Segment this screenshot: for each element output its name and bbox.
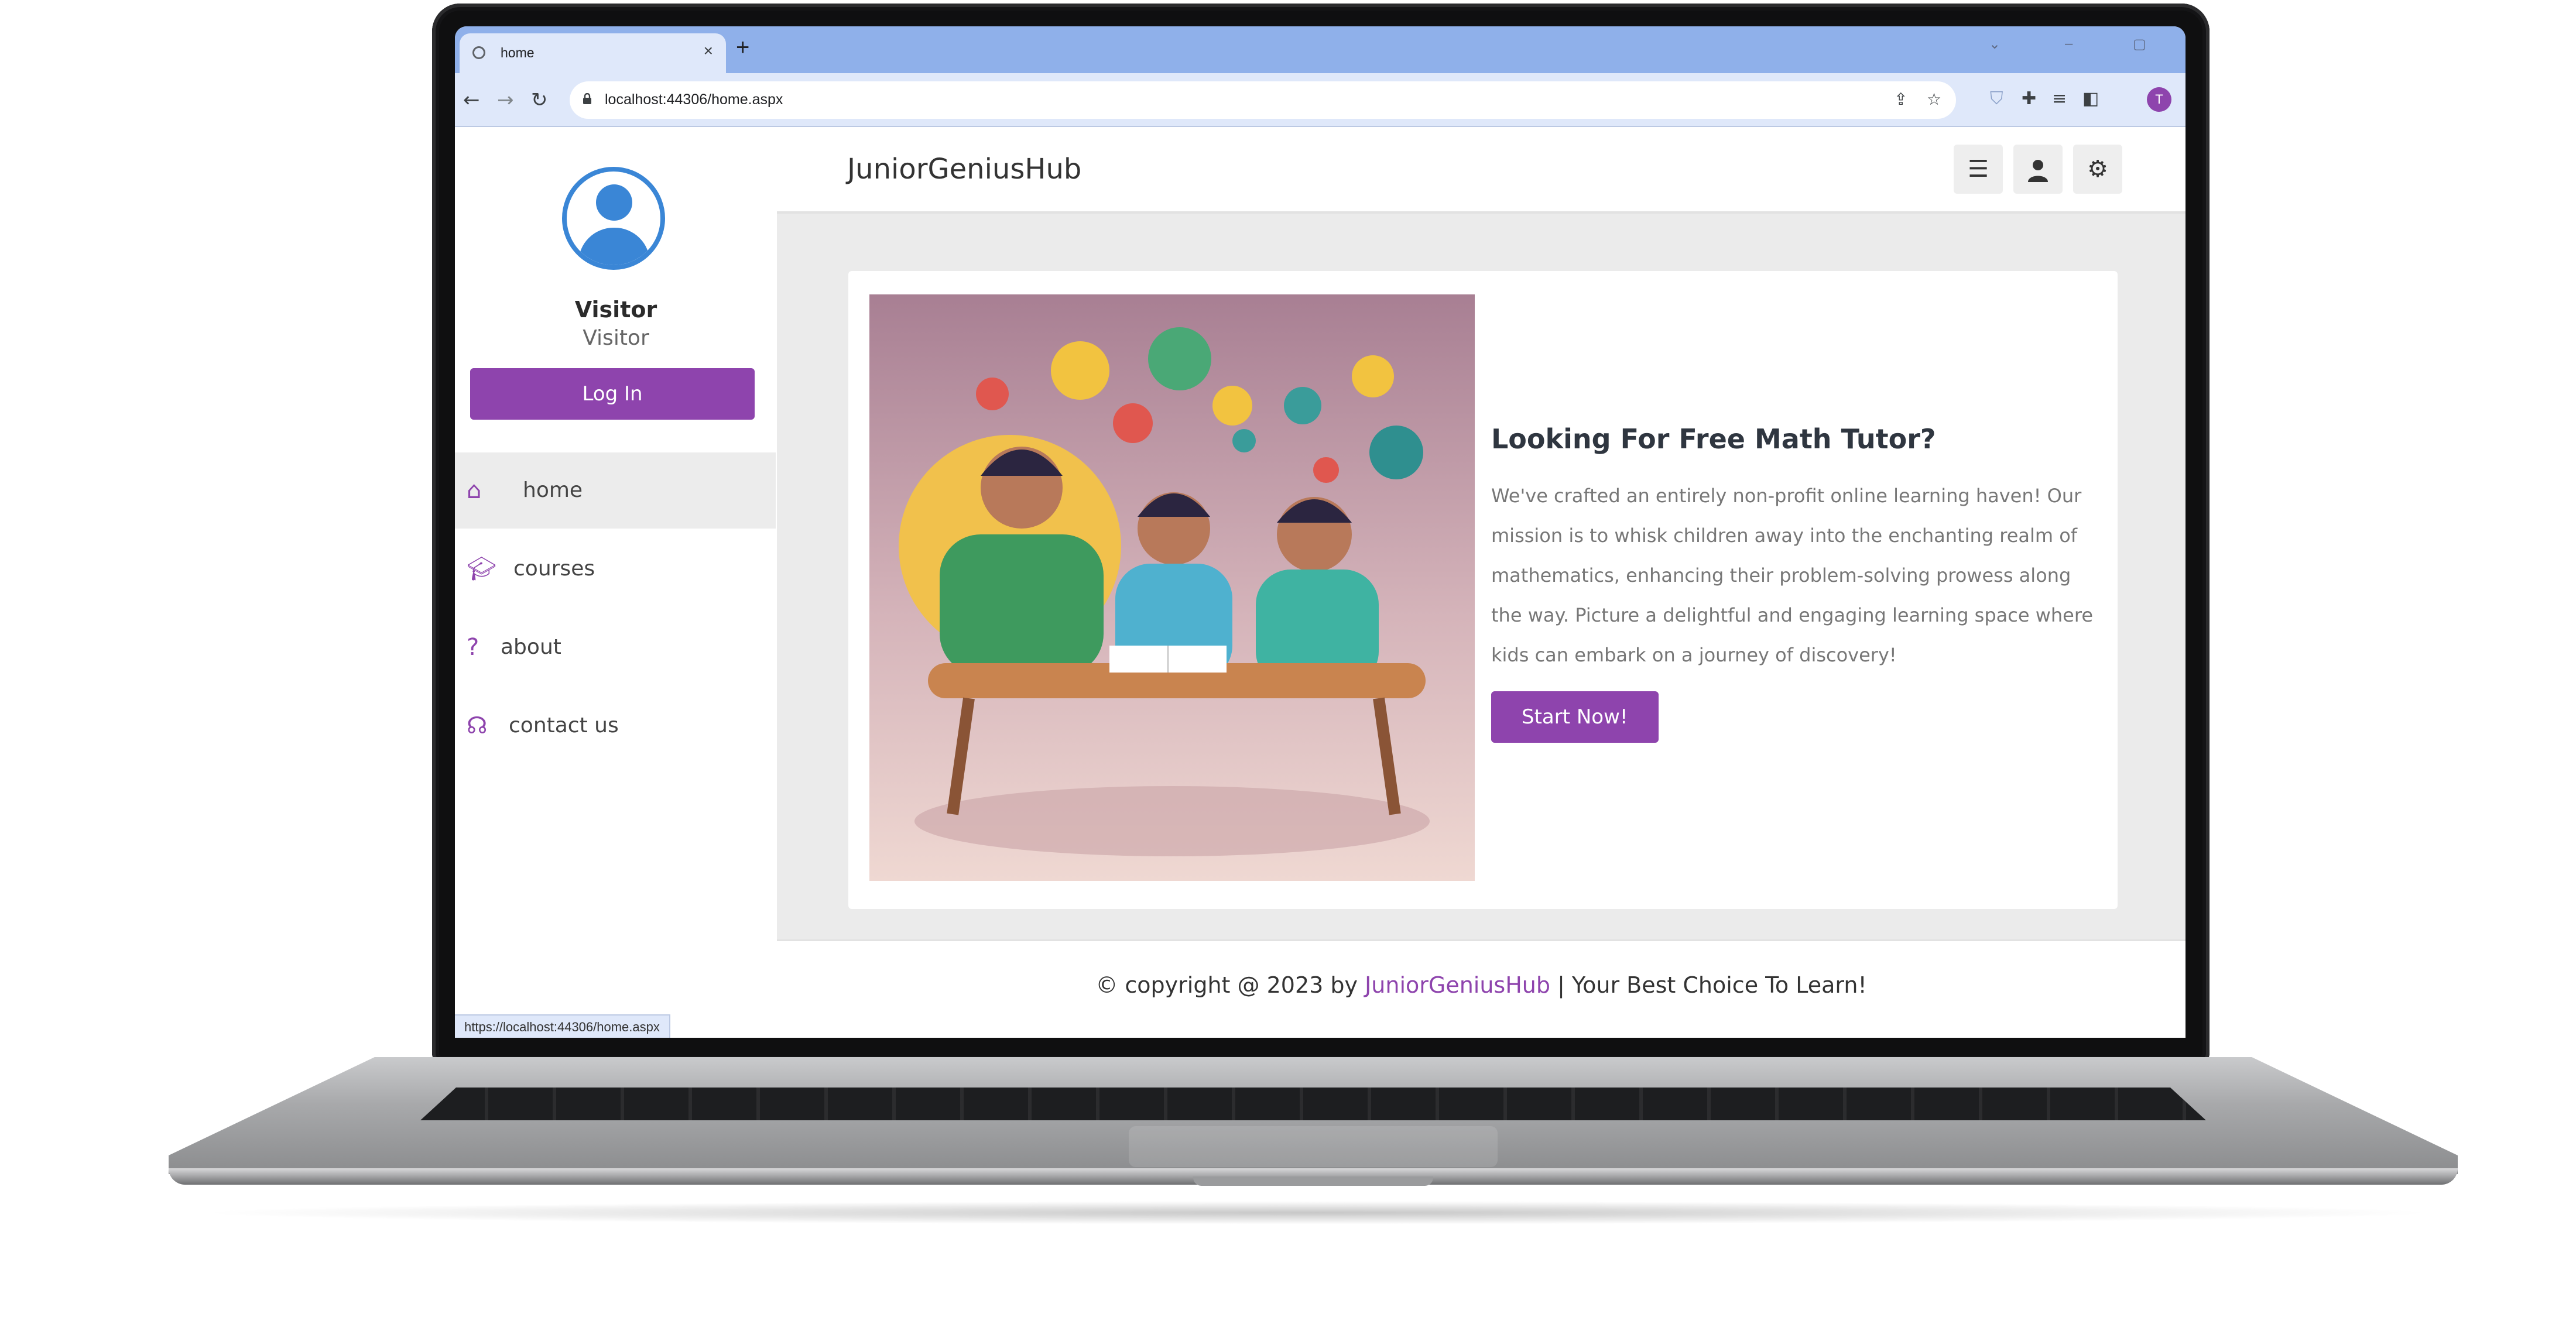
sidebar-item-label: courses [513, 557, 595, 581]
footer-suffix: | Your Best Choice To Learn! [1550, 972, 1867, 998]
forward-icon[interactable]: → [497, 88, 514, 112]
question-icon: ? [467, 634, 479, 661]
minimize-icon[interactable]: – [2065, 36, 2073, 52]
tab-close-icon[interactable]: × [704, 42, 713, 60]
home-icon: ⌂ [467, 477, 482, 504]
footer-prefix: © copyright @ 2023 by [1095, 972, 1365, 998]
main-content: Looking For Free Math Tutor? We've craft… [777, 214, 2186, 939]
laptop-notch [1193, 1176, 1433, 1186]
top-navbar: JuniorGeniusHub ☰ ⚙ [777, 127, 2186, 214]
shield-extension-icon[interactable]: ⛉ [1990, 88, 2003, 109]
reading-list-icon[interactable]: ≡ [2052, 88, 2067, 109]
bookmark-star-icon[interactable]: ☆ [1927, 90, 1941, 109]
extensions-puzzle-icon[interactable]: ✚ [2022, 88, 2036, 109]
user-avatar-icon [562, 167, 665, 270]
headset-icon: ☊ [467, 712, 488, 739]
user-button[interactable] [2013, 145, 2063, 194]
address-bar[interactable]: localhost:44306/home.aspx ⇪ ☆ [570, 81, 1956, 119]
hero-description: We've crafted an entirely non-profit onl… [1491, 485, 2093, 666]
tab-title: home [501, 45, 535, 60]
settings-button[interactable]: ⚙ [2073, 145, 2122, 194]
laptop-keyboard [420, 1088, 2206, 1120]
lock-icon [583, 93, 591, 104]
url-text: localhost:44306/home.aspx [605, 91, 783, 108]
sidebar-item-home[interactable]: ⌂ home [455, 452, 776, 529]
globe-icon [472, 46, 485, 59]
settings-icon: ⚙ [2087, 156, 2108, 183]
hero-text: Looking For Free Math Tutor? We've craft… [1491, 423, 2094, 743]
sidebar-item-label: about [501, 635, 561, 659]
footer-brand-link[interactable]: JuniorGeniusHub [1365, 972, 1550, 998]
user-icon [2028, 160, 2048, 182]
graduation-cap-icon: 🎓︎ [467, 555, 496, 582]
status-url: https://localhost:44306/home.aspx [455, 1014, 670, 1038]
sidebar-item-courses[interactable]: 🎓︎ courses [455, 531, 776, 607]
maximize-icon[interactable]: ▢ [2133, 36, 2146, 53]
side-panel-icon[interactable]: ◧ [2082, 88, 2099, 109]
login-button[interactable]: Log In [470, 368, 755, 420]
sidebar-item-label: home [523, 478, 583, 502]
web-page: Visitor Visitor Log In ⌂ home 🎓︎ courses… [455, 127, 2186, 1038]
reload-icon[interactable]: ↻ [531, 88, 548, 112]
laptop-shadow [193, 1201, 2441, 1224]
menu-icon: ☰ [1968, 156, 1989, 183]
sidebar-item-label: contact us [509, 713, 619, 737]
browser-tabstrip: home × + ⌄ – ▢ [455, 26, 2186, 73]
profile-avatar[interactable]: T [2147, 87, 2171, 112]
hero-card: Looking For Free Math Tutor? We've craft… [848, 271, 2118, 909]
tab-search-icon[interactable]: ⌄ [1989, 36, 2000, 53]
user-name: Visitor [574, 297, 657, 323]
kids-math-illustration [869, 294, 1475, 881]
sidebar: Visitor Visitor Log In ⌂ home 🎓︎ courses… [455, 127, 778, 1038]
user-role: Visitor [583, 326, 649, 350]
laptop-base [169, 1057, 2458, 1198]
laptop-trackpad [1129, 1126, 1498, 1167]
hero-heading: Looking For Free Math Tutor? [1491, 423, 1936, 455]
sidebar-item-about[interactable]: ? about [455, 609, 776, 685]
laptop-screen: home × + ⌄ – ▢ ← → ↻ localhost:44306/hom… [455, 26, 2186, 1038]
back-icon[interactable]: ← [463, 88, 480, 112]
brand-title: JuniorGeniusHub [847, 153, 1082, 186]
browser-tab[interactable]: home × [460, 33, 726, 73]
share-icon[interactable]: ⇪ [1894, 90, 1907, 109]
footer: © copyright @ 2023 by JuniorGeniusHub | … [777, 939, 2186, 1038]
start-now-button[interactable]: Start Now! [1491, 691, 1659, 743]
menu-button[interactable]: ☰ [1954, 145, 2003, 194]
new-tab-button[interactable]: + [736, 35, 749, 61]
sidebar-item-contact[interactable]: ☊ contact us [455, 688, 776, 764]
browser-toolbar: ← → ↻ localhost:44306/home.aspx ⇪ ☆ ⛉ ✚ … [455, 73, 2186, 127]
